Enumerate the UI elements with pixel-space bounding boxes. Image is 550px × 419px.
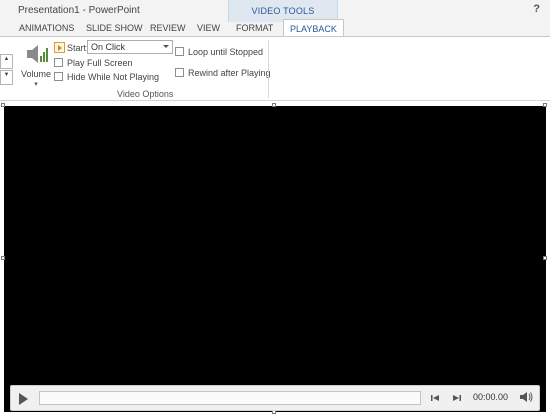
resize-handle-left[interactable] (1, 256, 5, 260)
tab-review[interactable]: REVIEW (150, 23, 186, 33)
resize-handle-top[interactable] (272, 103, 276, 107)
start-value: On Click (91, 42, 126, 52)
play-full-screen-checkbox[interactable] (54, 58, 63, 67)
play-full-screen-label: Play Full Screen (67, 58, 133, 68)
chevron-down-icon: ▾ (34, 81, 38, 88)
media-controls: 00:00.00 (10, 385, 540, 411)
tab-slide-show[interactable]: SLIDE SHOW (86, 23, 143, 33)
loop-until-stopped-label: Loop until Stopped (188, 47, 264, 57)
rewind-after-playing-checkbox[interactable] (175, 68, 184, 77)
tab-view[interactable]: VIEW (197, 23, 220, 33)
volume-button[interactable]: Volume ▾ (19, 42, 53, 90)
resize-handle-top-left[interactable] (1, 103, 5, 107)
hide-while-not-playing-checkbox[interactable] (54, 72, 63, 81)
resize-handle-right[interactable] (543, 256, 547, 260)
step-forward-icon[interactable] (453, 394, 461, 402)
play-start-icon (54, 42, 65, 53)
start-dropdown[interactable]: On Click (87, 40, 173, 54)
hide-while-not-playing-label: Hide While Not Playing (67, 72, 160, 82)
tab-format[interactable]: FORMAT (236, 23, 273, 33)
speaker-icon (27, 45, 48, 63)
spin-down-button[interactable]: ▼ (0, 70, 13, 85)
help-button[interactable]: ? (533, 3, 540, 15)
group-separator (268, 40, 269, 98)
resize-handle-top-right[interactable] (543, 103, 547, 107)
video-options-group-label: Video Options (117, 89, 174, 99)
play-icon[interactable] (19, 393, 28, 405)
spin-up-button[interactable]: ▲ (0, 54, 13, 69)
ribbon-tabs: ANIMATIONS SLIDE SHOW REVIEW VIEW FORMAT… (0, 19, 550, 59)
chevron-down-icon (163, 45, 169, 48)
progress-bar[interactable] (39, 391, 421, 405)
tab-animations[interactable]: ANIMATIONS (19, 23, 74, 33)
app-title: Presentation1 - PowerPoint (18, 5, 140, 16)
rewind-after-playing-label: Rewind after Playing (188, 68, 271, 78)
video-frame[interactable] (4, 106, 546, 412)
volume-label: Volume (20, 69, 52, 79)
ribbon-panel: ▲ ▼ Volume ▾ Start: On Click Play Full S… (0, 36, 550, 101)
loop-until-stopped-checkbox[interactable] (175, 47, 184, 56)
context-group-label: VIDEO TOOLS (251, 6, 315, 16)
start-label: Start: (67, 43, 89, 53)
title-bar: Presentation1 - PowerPoint VIDEO TOOLS ? (0, 0, 550, 22)
volume-icon[interactable] (519, 391, 533, 403)
step-back-icon[interactable] (431, 394, 439, 402)
time-readout: 00:00.00 (473, 392, 509, 402)
